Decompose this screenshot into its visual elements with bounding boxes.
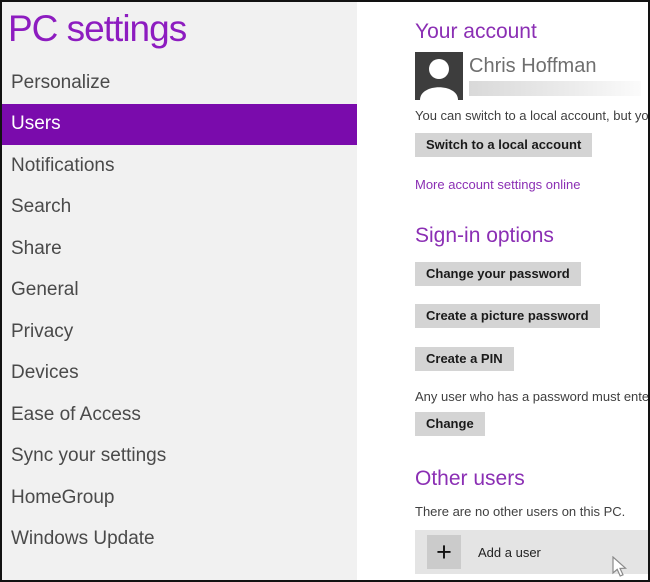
sidebar-item-devices[interactable]: Devices <box>2 353 357 395</box>
sidebar-item-windows-update[interactable]: Windows Update <box>2 519 357 561</box>
sidebar-item-search[interactable]: Search <box>2 187 357 229</box>
switch-account-note: You can switch to a local account, but y… <box>415 108 648 124</box>
sidebar-item-notifications[interactable]: Notifications <box>2 145 357 187</box>
account-summary: Chris Hoffman <box>415 52 648 100</box>
switch-to-local-account-button[interactable]: Switch to a local account <box>415 133 592 157</box>
sidebar-nav: PersonalizeUsersNotificationsSearchShare… <box>2 62 357 560</box>
redacted-email <box>469 81 641 96</box>
sidebar-item-share[interactable]: Share <box>2 228 357 270</box>
user-name: Chris Hoffman <box>469 54 641 78</box>
other-users-heading: Other users <box>415 466 648 492</box>
more-account-settings-link[interactable]: More account settings online <box>415 177 580 193</box>
change-password-button[interactable]: Change your password <box>415 262 581 286</box>
pc-settings-window: PC settings PersonalizeUsersNotification… <box>0 0 650 582</box>
sidebar-item-homegroup[interactable]: HomeGroup <box>2 477 357 519</box>
no-other-users-note: There are no other users on this PC. <box>415 504 648 520</box>
sidebar-item-sync-your-settings[interactable]: Sync your settings <box>2 436 357 478</box>
add-user-label: Add a user <box>478 545 541 560</box>
create-pin-button[interactable]: Create a PIN <box>415 347 514 371</box>
plus-icon: + <box>427 535 461 569</box>
password-policy-note: Any user who has a password must enter i… <box>415 389 648 405</box>
sidebar-item-personalize[interactable]: Personalize <box>2 62 357 104</box>
page-title: PC settings <box>2 2 357 54</box>
user-avatar-icon <box>415 52 463 100</box>
sidebar-item-privacy[interactable]: Privacy <box>2 311 357 353</box>
change-policy-button[interactable]: Change <box>415 412 485 436</box>
account-info: Chris Hoffman <box>469 52 641 96</box>
add-user-button[interactable]: + Add a user <box>415 530 648 574</box>
main-panel: Your account Chris Hoffman You can switc… <box>357 2 648 580</box>
sidebar-item-general[interactable]: General <box>2 270 357 312</box>
sidebar-item-ease-of-access[interactable]: Ease of Access <box>2 394 357 436</box>
your-account-heading: Your account <box>415 19 648 45</box>
sign-in-options-heading: Sign-in options <box>415 223 648 249</box>
sidebar-item-users[interactable]: Users <box>2 104 357 146</box>
create-picture-password-button[interactable]: Create a picture password <box>415 304 600 328</box>
sidebar: PC settings PersonalizeUsersNotification… <box>2 2 357 580</box>
